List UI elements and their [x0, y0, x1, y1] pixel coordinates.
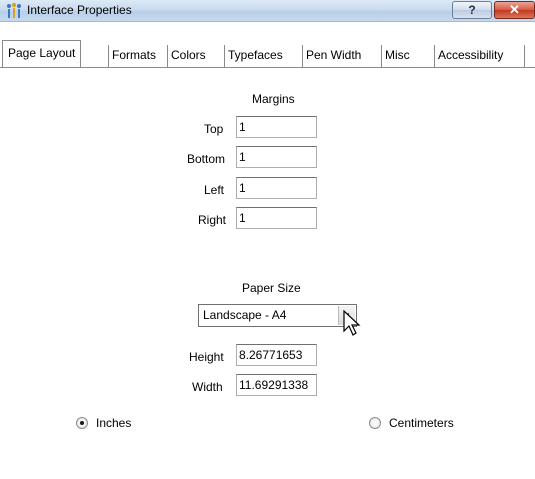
tab-label: Misc	[385, 48, 410, 62]
tab-typefaces[interactable]: Typefaces	[224, 45, 286, 67]
inches-radio[interactable]	[76, 417, 88, 429]
width-input[interactable]: 11.69291338	[236, 374, 317, 396]
bottom-margin-input[interactable]: 1	[236, 146, 317, 168]
mouse-cursor-icon	[343, 309, 361, 336]
tab-formats[interactable]: Formats	[108, 45, 159, 67]
left-margin-input[interactable]: 1	[236, 177, 317, 199]
radio-selected-dot	[80, 421, 84, 425]
app-icon	[7, 3, 21, 18]
tab-label: Colors	[171, 48, 206, 62]
tab-accessibility[interactable]: Accessibility	[434, 45, 506, 67]
left-label: Left	[204, 183, 225, 197]
bottom-label: Bottom	[187, 152, 226, 166]
width-label: Width	[192, 380, 223, 394]
paper-size-heading: Paper Size	[242, 281, 301, 295]
tab-misc[interactable]: Misc	[381, 45, 413, 67]
tab-colors[interactable]: Colors	[167, 45, 209, 67]
tab-label: Formats	[112, 48, 157, 62]
inches-label: Inches	[96, 416, 132, 430]
height-input[interactable]: 8.26771653	[236, 344, 317, 366]
title-bar: Interface Properties ? ✕	[0, 0, 535, 22]
window-title: Interface Properties	[27, 3, 132, 17]
centimeters-label: Centimeters	[389, 416, 454, 430]
paper-size-dropdown[interactable]: Landscape - A4 ▼	[198, 304, 357, 327]
tab-label: Typefaces	[228, 48, 283, 62]
close-button[interactable]: ✕	[494, 1, 535, 19]
tab-pen-width[interactable]: Pen Width	[302, 45, 364, 67]
tab-baseline	[0, 67, 535, 68]
paper-size-selected: Landscape - A4	[203, 308, 287, 322]
right-margin-input[interactable]: 1	[236, 207, 317, 229]
centimeters-radio[interactable]	[369, 417, 381, 429]
top-label: Top	[204, 122, 224, 136]
height-label: Height	[189, 350, 224, 364]
right-label: Right	[198, 213, 227, 227]
tab-label: Page Layout	[8, 46, 76, 60]
margins-heading: Margins	[252, 92, 295, 106]
tab-label: Accessibility	[438, 48, 504, 62]
top-margin-input[interactable]: 1	[236, 116, 317, 138]
tab-page-layout[interactable]: Page Layout	[2, 40, 82, 67]
help-button[interactable]: ?	[452, 1, 492, 19]
tab-label: Pen Width	[306, 48, 362, 62]
tab-divider	[524, 45, 525, 67]
